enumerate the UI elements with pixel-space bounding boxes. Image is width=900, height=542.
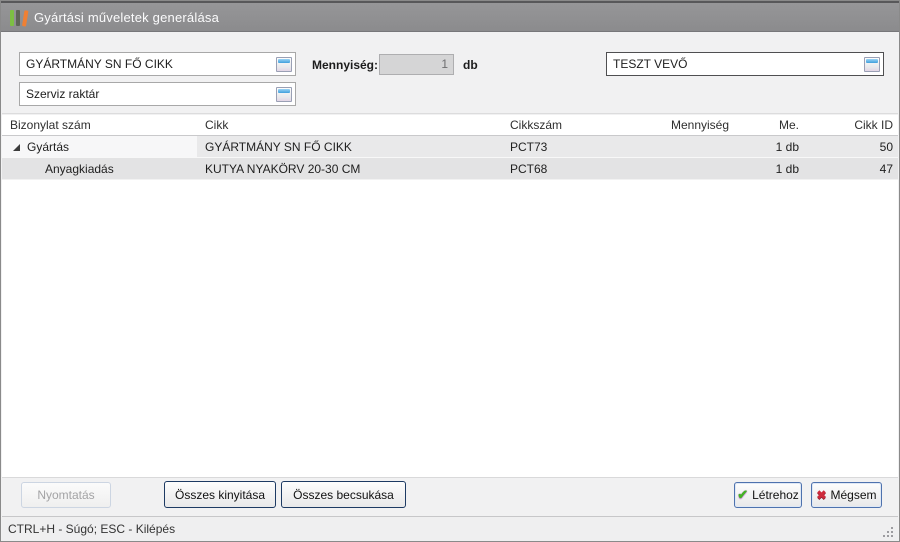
resize-grip-icon[interactable] [891, 535, 893, 537]
row-cikk: KUTYA NYAKÖRV 20-30 CM [197, 158, 502, 179]
status-bar: CTRL+H - Súgó; ESC - Kilépés [2, 516, 898, 541]
operations-grid: Bizonylat szám Cikk Cikkszám Mennyiség M… [2, 115, 898, 478]
row-cikkszam: PCT73 [502, 136, 642, 157]
product-lookup-icon[interactable] [276, 57, 292, 72]
col-header-mennyiseg[interactable]: Mennyiség [642, 115, 734, 135]
dialog-window: Gyártási műveletek generálása GYÁRTMÁNY … [0, 0, 900, 542]
table-row-anyagkiadas[interactable]: Anyagkiadás KUTYA NYAKÖRV 20-30 CM PCT68… [2, 158, 898, 180]
print-button: Nyomtatás [21, 482, 111, 508]
expand-all-button[interactable]: Összes kinyitása [164, 481, 276, 508]
check-icon: ✔ [737, 487, 748, 503]
row-me: 1 db [734, 136, 804, 157]
warehouse-field[interactable]: Szerviz raktár [19, 82, 296, 106]
row-cikkid: 47 [804, 158, 898, 179]
col-header-me[interactable]: Me. [734, 115, 804, 135]
row-bizonylat: Gyártás [27, 140, 69, 154]
form-panel: GYÁRTMÁNY SN FŐ CIKK Szerviz raktár Menn… [2, 34, 898, 114]
warehouse-field-value: Szerviz raktár [26, 87, 276, 101]
expander-icon[interactable] [13, 144, 20, 151]
create-button-label: Létrehoz [752, 488, 799, 502]
table-row-gyartas[interactable]: Gyártás GYÁRTMÁNY SN FŐ CIKK PCT73 1 db … [2, 136, 898, 158]
cancel-button-label: Mégsem [831, 488, 877, 502]
app-icon [10, 9, 26, 26]
collapse-all-button[interactable]: Összes becsukása [281, 481, 406, 508]
window-title: Gyártási műveletek generálása [34, 10, 219, 25]
status-text: CTRL+H - Súgó; ESC - Kilépés [2, 517, 898, 541]
unit-label: db [463, 58, 478, 72]
row-mennyiseg [642, 158, 734, 179]
row-mennyiseg [642, 136, 734, 157]
col-header-cikkszam[interactable]: Cikkszám [502, 115, 642, 135]
product-field-value: GYÁRTMÁNY SN FŐ CIKK [26, 57, 276, 71]
cancel-button[interactable]: ✖ Mégsem [811, 482, 882, 508]
title-bar[interactable]: Gyártási műveletek generálása [1, 1, 899, 32]
row-me: 1 db [734, 158, 804, 179]
grid-header-row: Bizonylat szám Cikk Cikkszám Mennyiség M… [2, 115, 898, 136]
create-button[interactable]: ✔ Létrehoz [734, 482, 802, 508]
row-cikk: GYÁRTMÁNY SN FŐ CIKK [197, 136, 502, 157]
col-header-cikkid[interactable]: Cikk ID [804, 115, 898, 135]
customer-field-value: TESZT VEVŐ [613, 57, 864, 71]
x-icon: ✖ [816, 488, 826, 502]
warehouse-lookup-icon[interactable] [276, 87, 292, 102]
customer-lookup-icon[interactable] [864, 57, 880, 72]
col-header-bizonylat[interactable]: Bizonylat szám [2, 115, 197, 135]
product-field[interactable]: GYÁRTMÁNY SN FŐ CIKK [19, 52, 296, 76]
row-cikkszam: PCT68 [502, 158, 642, 179]
row-bizonylat: Anyagkiadás [45, 162, 114, 176]
row-cikkid: 50 [804, 136, 898, 157]
col-header-cikk[interactable]: Cikk [197, 115, 502, 135]
quantity-label: Mennyiség: [312, 58, 378, 72]
quantity-input: 1 [379, 54, 454, 75]
customer-field[interactable]: TESZT VEVŐ [606, 52, 884, 76]
